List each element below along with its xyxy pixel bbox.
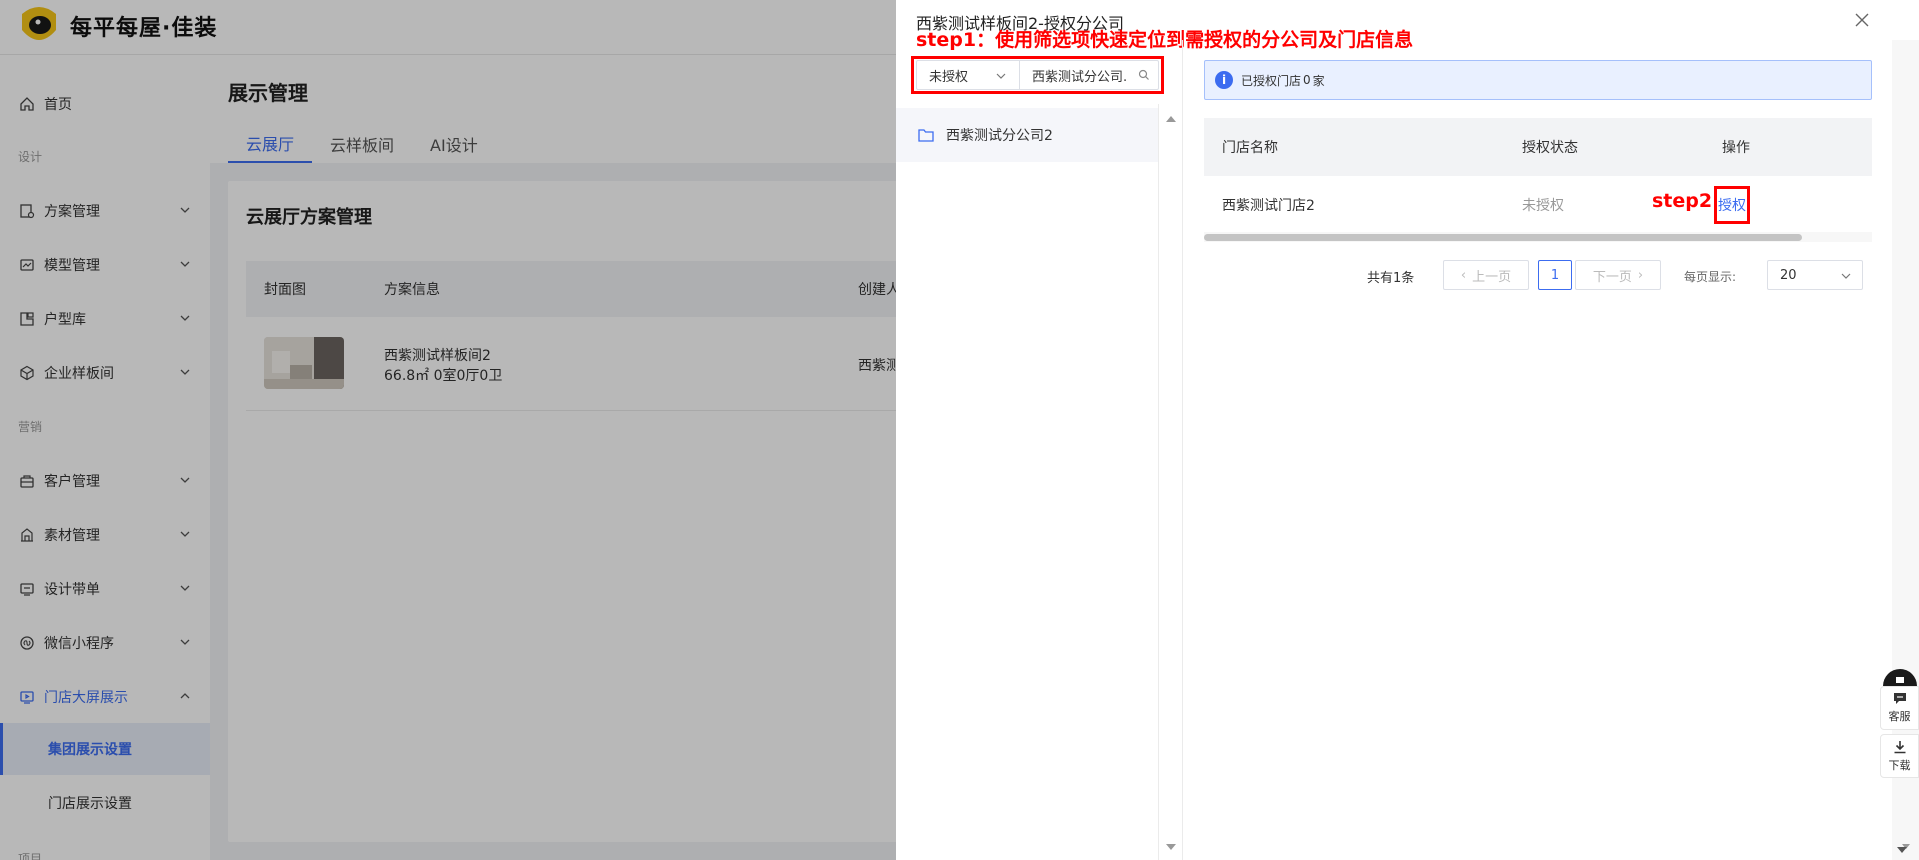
- chevron-right-icon: ›: [1637, 267, 1644, 283]
- authorized-info-alert: i 已授权门店 0 家: [1204, 60, 1872, 100]
- next-page-button[interactable]: 下一页 ›: [1575, 260, 1661, 290]
- column-header: 授权状态: [1522, 140, 1578, 156]
- info-icon: i: [1215, 71, 1233, 89]
- table-row: 西紫测试门店2 未授权 授权: [1204, 176, 1872, 232]
- tree-item-branch[interactable]: 西紫测试分公司2: [896, 108, 1158, 162]
- customer-service-button[interactable]: 客服: [1880, 686, 1919, 730]
- step2-highlight-box: [1714, 186, 1750, 224]
- folder-icon: [918, 128, 934, 142]
- chat-icon: [1893, 692, 1907, 708]
- pagination: 共有1条 ‹ 上一页 1 下一页 › 每页显示: 20: [1204, 260, 1872, 290]
- chevron-left-icon: ‹: [1460, 267, 1467, 283]
- per-page-select[interactable]: 20: [1767, 260, 1863, 290]
- table-horizontal-scrollbar[interactable]: [1204, 232, 1872, 242]
- next-page-label: 下一页: [1592, 269, 1632, 285]
- step2-annotation: step2: [1652, 190, 1713, 212]
- scrollbar-thumb[interactable]: [1204, 234, 1802, 241]
- per-page-label: 每页显示:: [1684, 270, 1737, 284]
- page-scroll-down-icon[interactable]: [1896, 843, 1908, 859]
- floating-avatar[interactable]: [1880, 668, 1919, 686]
- auth-status: 未授权: [1522, 198, 1564, 214]
- tree-scrollbar[interactable]: [1160, 104, 1182, 860]
- pager-total: 共有1条: [1367, 271, 1415, 286]
- step1-highlight-box: [911, 56, 1164, 94]
- per-page-value: 20: [1780, 267, 1797, 283]
- authorize-drawer: 西紫测试样板间2-授权分公司 step1：使用筛选项快速定位到需授权的分公司及门…: [896, 0, 1919, 860]
- panel-divider: [1182, 40, 1183, 860]
- prev-page-button[interactable]: ‹ 上一页: [1443, 260, 1529, 290]
- page-number-button[interactable]: 1: [1538, 260, 1572, 290]
- step1-annotation: step1：使用筛选项快速定位到需授权的分公司及门店信息: [916, 29, 1414, 51]
- column-header: 操作: [1722, 140, 1750, 156]
- info-prefix: 已授权门店: [1241, 73, 1302, 88]
- panel-divider: [1158, 104, 1159, 860]
- chevron-down-icon: [1840, 270, 1852, 286]
- authorized-count: 0: [1303, 73, 1311, 87]
- store-table-header: 门店名称 授权状态 操作: [1204, 118, 1872, 176]
- download-label: 下载: [1888, 758, 1911, 772]
- close-icon[interactable]: [1852, 10, 1872, 30]
- info-suffix: 家: [1312, 73, 1325, 88]
- store-name: 西紫测试门店2: [1222, 198, 1315, 214]
- service-label: 客服: [1888, 710, 1911, 723]
- tree-item-label: 西紫测试分公司2: [946, 128, 1053, 144]
- prev-page-label: 上一页: [1472, 269, 1512, 285]
- column-header: 门店名称: [1222, 140, 1278, 156]
- download-icon: [1893, 740, 1907, 757]
- download-button[interactable]: 下载: [1880, 734, 1919, 778]
